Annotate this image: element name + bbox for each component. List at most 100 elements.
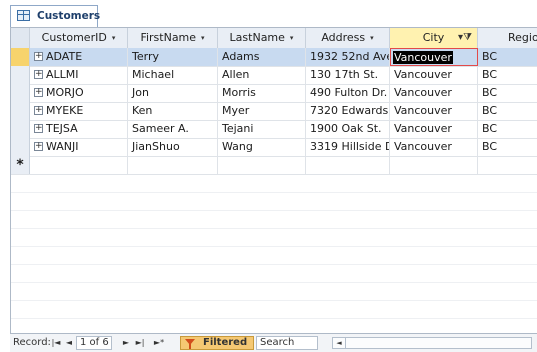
cell-customerid[interactable]: WANJI [30, 138, 128, 156]
cell-lastname[interactable]: Allen [218, 66, 306, 84]
cell-address[interactable]: 1900 Oak St. [306, 120, 390, 138]
next-record-button[interactable]: ► [120, 337, 132, 349]
funnel-icon [185, 339, 195, 349]
cell-lastname[interactable]: Tejani [218, 120, 306, 138]
cell-firstname[interactable]: Jon [128, 84, 218, 102]
tab-label: Customers [37, 10, 101, 22]
row-selector[interactable] [11, 48, 30, 66]
new-record-marker: * [11, 156, 30, 174]
cell-firstname[interactable]: Sameer A. [128, 120, 218, 138]
cell-region[interactable] [478, 156, 537, 174]
selected-text: Vancouver [393, 51, 453, 64]
tab-customers[interactable]: Customers [10, 5, 101, 27]
cell-region[interactable]: BC [478, 102, 537, 120]
cell-firstname[interactable] [128, 156, 218, 174]
grid-line [11, 228, 537, 229]
cell-lastname[interactable]: Morris [218, 84, 306, 102]
cell-region[interactable]: BC [478, 138, 537, 156]
cell-customerid[interactable]: MORJO [30, 84, 128, 102]
grid-line [11, 264, 537, 265]
cell-city[interactable]: Vancouver [390, 120, 478, 138]
filter-toggle-button[interactable]: Filtered [180, 336, 254, 350]
grid-line [11, 210, 537, 211]
horizontal-scrollbar[interactable]: ◄ [332, 337, 532, 349]
table-row[interactable]: + WANJI JianShuo Wang 3319 Hillside D Va… [11, 138, 537, 157]
first-record-button[interactable]: |◄ [50, 337, 62, 349]
search-box[interactable]: Search [256, 336, 318, 350]
cell-city[interactable] [390, 156, 478, 174]
table-row[interactable]: + ALLMI Michael Allen 130 17th St. Vanco… [11, 66, 537, 85]
grid-line [11, 318, 537, 319]
column-header-customerid[interactable]: CustomerID ▾ [30, 28, 128, 48]
cell-city[interactable]: Vancouver [390, 84, 478, 102]
row-selector[interactable] [11, 66, 30, 84]
cell-firstname[interactable]: Terry [128, 48, 218, 66]
table-icon [17, 10, 30, 21]
grid-line [11, 282, 537, 283]
column-label: LastName [229, 31, 285, 44]
cell-lastname[interactable]: Wang [218, 138, 306, 156]
cell-city[interactable]: Vancouver [390, 66, 478, 84]
new-record-button[interactable]: ►* [150, 337, 168, 349]
table-row[interactable]: + ADATE Terry Adams 1932 52nd Ave. Vanco… [11, 48, 537, 67]
cell-customerid[interactable]: MYEKE [30, 102, 128, 120]
column-label: City [422, 31, 445, 44]
cell-city[interactable]: Vancouver [390, 138, 478, 156]
document-tab-strip: Customers [0, 0, 537, 28]
cell-region[interactable]: BC [478, 120, 537, 138]
previous-record-button[interactable]: ◄ [63, 337, 75, 349]
column-header-city[interactable]: City ▾⧩ [390, 28, 478, 48]
sort-dropdown-icon[interactable]: ▾ [201, 34, 205, 42]
cell-address[interactable]: 3319 Hillside D [306, 138, 390, 156]
cell-address[interactable]: 7320 Edwards A [306, 102, 390, 120]
cell-lastname[interactable]: Myer [218, 102, 306, 120]
cell-customerid[interactable]: ADATE [30, 48, 128, 66]
cell-customerid[interactable]: ALLMI [30, 66, 128, 84]
cell-address[interactable]: 490 Fulton Dr. [306, 84, 390, 102]
table-row[interactable]: + MYEKE Ken Myer 7320 Edwards A Vancouve… [11, 102, 537, 121]
current-record-field[interactable]: 1 of 6 [76, 336, 112, 350]
select-all-button[interactable] [11, 28, 30, 48]
sort-dropdown-icon[interactable]: ▾ [290, 34, 294, 42]
cell-address[interactable] [306, 156, 390, 174]
table-row[interactable]: + MORJO Jon Morris 490 Fulton Dr. Vancou… [11, 84, 537, 103]
sort-dropdown-icon[interactable]: ▾ [370, 34, 374, 42]
row-selector[interactable] [11, 120, 30, 138]
grid-line [11, 300, 537, 301]
cell-city-editing[interactable]: Vancouver [390, 48, 478, 66]
row-selector[interactable] [11, 84, 30, 102]
row-selector[interactable] [11, 102, 30, 120]
table-row[interactable]: + TEJSA Sameer A. Tejani 1900 Oak St. Va… [11, 120, 537, 139]
sort-dropdown-icon[interactable]: ▾ [112, 34, 116, 42]
record-label: Record: [13, 337, 51, 348]
column-label: Address [321, 31, 366, 44]
cell-region[interactable]: BC [478, 84, 537, 102]
cell-city[interactable]: Vancouver [390, 102, 478, 120]
column-label: CustomerID [41, 31, 107, 44]
cell-lastname[interactable] [218, 156, 306, 174]
cell-customerid[interactable]: TEJSA [30, 120, 128, 138]
scroll-left-icon[interactable]: ◄ [333, 338, 346, 348]
column-label: Region [508, 31, 537, 44]
column-header-address[interactable]: Address ▾ [306, 28, 390, 48]
filter-applied-icon[interactable]: ▾⧩ [458, 28, 472, 48]
column-header-row: CustomerID ▾ FirstName ▾ LastName ▾ Address… [11, 28, 537, 49]
filter-status-label: Filtered [203, 337, 248, 348]
cell-region[interactable]: BC [478, 48, 537, 66]
cell-customerid[interactable] [30, 156, 128, 174]
last-record-button[interactable]: ►| [134, 337, 146, 349]
row-selector[interactable] [11, 138, 30, 156]
column-header-region[interactable]: Region [478, 28, 537, 48]
cell-firstname[interactable]: Michael [128, 66, 218, 84]
cell-region[interactable]: BC [478, 66, 537, 84]
cell-lastname[interactable]: Adams [218, 48, 306, 66]
cell-address[interactable]: 1932 52nd Ave. [306, 48, 390, 66]
column-header-firstname[interactable]: FirstName ▾ [128, 28, 218, 48]
new-record-row[interactable]: * [11, 156, 537, 175]
grid-line [11, 246, 537, 247]
column-header-lastname[interactable]: LastName ▾ [218, 28, 306, 48]
cell-firstname[interactable]: Ken [128, 102, 218, 120]
cell-address[interactable]: 130 17th St. [306, 66, 390, 84]
cell-firstname[interactable]: JianShuo [128, 138, 218, 156]
record-navigation-bar: Record: |◄ ◄ 1 of 6 ► ►| ►* Filtered Sea… [10, 333, 537, 352]
